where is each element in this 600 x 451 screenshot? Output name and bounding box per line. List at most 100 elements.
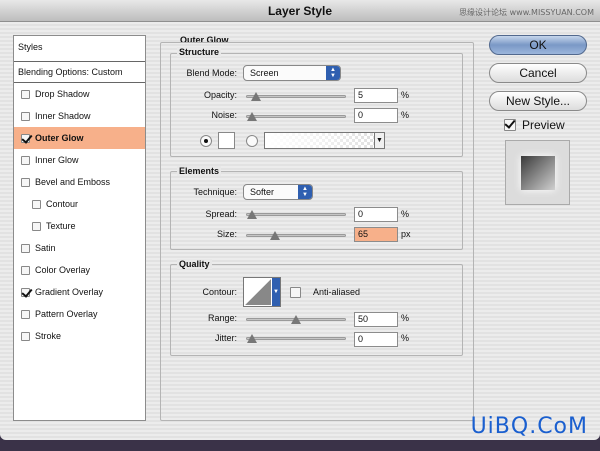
effect-checkbox[interactable] <box>21 243 30 253</box>
sidebar-item-label: Gradient Overlay <box>35 287 104 297</box>
opacity-unit: % <box>401 90 410 100</box>
effect-checkbox[interactable] <box>21 111 30 121</box>
size-unit: px <box>401 229 411 239</box>
elements-label: Elements <box>177 166 222 176</box>
effect-checkbox[interactable] <box>21 177 30 187</box>
technique-label: Technique: <box>193 187 237 197</box>
anti-aliased-checkbox[interactable] <box>290 287 301 298</box>
spread-unit: % <box>401 209 410 219</box>
select-arrows-icon: ▲ ▼ <box>298 185 312 199</box>
styles-header[interactable]: Styles <box>14 36 145 58</box>
spread-slider[interactable] <box>246 210 346 219</box>
sidebar-item-label: Texture <box>46 221 76 231</box>
sidebar-item[interactable]: Pattern Overlay <box>14 303 145 325</box>
blend-mode-select[interactable]: Screen ▲ ▼ <box>243 65 341 81</box>
size-label: Size: <box>216 229 237 239</box>
size-field[interactable]: 65 <box>354 227 398 242</box>
opacity-slider[interactable] <box>246 92 346 101</box>
effect-checkbox[interactable] <box>21 287 30 297</box>
spread-field[interactable]: 0 <box>354 207 398 222</box>
effect-checkbox[interactable] <box>21 155 30 165</box>
effect-checkbox[interactable] <box>21 309 30 319</box>
watermark-bottom: UiBQ.CoM <box>470 414 588 439</box>
title-bar: Layer Style 思缘设计论坛 www.MISSYUAN.COM <box>0 0 600 22</box>
sidebar-item-label: Drop Shadow <box>35 89 90 99</box>
sidebar-item-label: Color Overlay <box>35 265 91 275</box>
new-style-button[interactable]: New Style... <box>489 91 587 111</box>
anti-aliased-label: Anti-aliased <box>313 287 361 297</box>
noise-slider-thumb[interactable] <box>247 112 257 121</box>
range-field[interactable]: 50 <box>354 312 398 327</box>
quality-label: Quality <box>177 259 212 269</box>
effect-checkbox[interactable] <box>21 265 30 275</box>
contour-picker[interactable]: ▼ <box>243 277 281 307</box>
blending-options-item[interactable]: Blending Options: Custom <box>14 61 145 83</box>
sidebar-item[interactable]: Outer Glow <box>14 127 145 149</box>
opacity-label: Opacity: <box>203 90 237 100</box>
blend-mode-label: Blend Mode: <box>186 68 237 78</box>
layer-style-dialog: Layer Style 思缘设计论坛 www.MISSYUAN.COM Styl… <box>0 0 600 440</box>
sidebar-item-label: Inner Glow <box>35 155 79 165</box>
sidebar-item[interactable]: Inner Glow <box>14 149 145 171</box>
sidebar-item-label: Inner Shadow <box>35 111 91 121</box>
cancel-button[interactable]: Cancel <box>489 63 587 83</box>
sidebar-item-label: Outer Glow <box>35 133 84 143</box>
opacity-slider-thumb[interactable] <box>251 92 262 101</box>
range-slider[interactable] <box>246 315 346 324</box>
sidebar-item[interactable]: Gradient Overlay <box>14 281 145 303</box>
effect-checkbox[interactable] <box>21 331 30 341</box>
sidebar-item[interactable]: Color Overlay <box>14 259 145 281</box>
sidebar-item-label: Stroke <box>35 331 62 341</box>
sidebar-item-label: Contour <box>46 199 79 209</box>
blending-options-label: Blending Options: Custom <box>18 67 123 77</box>
size-slider-thumb[interactable] <box>269 231 280 240</box>
opacity-field[interactable]: 5 <box>354 88 398 103</box>
effect-checkbox[interactable] <box>21 89 30 99</box>
sidebar-item[interactable]: Contour <box>14 193 145 215</box>
blend-mode-value: Screen <box>250 68 279 78</box>
select-arrows-icon: ▲ ▼ <box>326 66 340 80</box>
contour-dropdown-icon[interactable]: ▼ <box>272 278 280 306</box>
effect-checkbox[interactable] <box>32 199 41 209</box>
spread-label: Spread: <box>205 209 237 219</box>
gradient-radio[interactable] <box>246 135 258 147</box>
effect-checkbox[interactable] <box>32 221 41 231</box>
noise-unit: % <box>401 110 410 120</box>
contour-preview-icon <box>245 279 271 305</box>
preview-checkbox[interactable] <box>504 119 516 131</box>
contour-label: Contour: <box>202 287 237 297</box>
technique-select[interactable]: Softer ▲ ▼ <box>243 184 313 200</box>
noise-slider[interactable] <box>246 112 346 121</box>
styles-label: Styles <box>18 42 43 52</box>
ok-button[interactable]: OK <box>489 35 587 55</box>
jitter-label: Jitter: <box>214 333 237 343</box>
gradient-picker[interactable]: ▼ <box>264 132 385 149</box>
jitter-slider-thumb[interactable] <box>247 334 257 343</box>
size-slider[interactable] <box>246 231 346 240</box>
jitter-slider[interactable] <box>246 334 346 343</box>
gradient-dropdown-icon[interactable]: ▼ <box>374 133 384 148</box>
preview-swatch <box>520 155 555 190</box>
spread-slider-thumb[interactable] <box>247 210 257 219</box>
sidebar-item[interactable]: Drop Shadow <box>14 83 145 105</box>
sidebar-item[interactable]: Inner Shadow <box>14 105 145 127</box>
sidebar-item-label: Satin <box>35 243 56 253</box>
noise-field[interactable]: 0 <box>354 108 398 123</box>
effect-checkbox[interactable] <box>21 133 30 143</box>
solid-color-radio[interactable] <box>200 135 212 147</box>
sidebar-item[interactable]: Satin <box>14 237 145 259</box>
structure-label: Structure <box>177 47 222 57</box>
technique-value: Softer <box>250 187 275 197</box>
styles-list: Styles Blending Options: Custom Drop Sha… <box>13 35 146 421</box>
sidebar-item[interactable]: Texture <box>14 215 145 237</box>
jitter-unit: % <box>401 333 410 343</box>
preview-label: Preview <box>522 118 565 132</box>
glow-color-swatch[interactable] <box>218 132 235 149</box>
sidebar-item[interactable]: Bevel and Emboss <box>14 171 145 193</box>
range-unit: % <box>401 313 410 323</box>
sidebar-item-label: Pattern Overlay <box>35 309 98 319</box>
jitter-field[interactable]: 0 <box>354 332 398 347</box>
noise-label: Noise: <box>211 110 237 120</box>
range-slider-thumb[interactable] <box>291 315 301 324</box>
sidebar-item[interactable]: Stroke <box>14 325 145 347</box>
